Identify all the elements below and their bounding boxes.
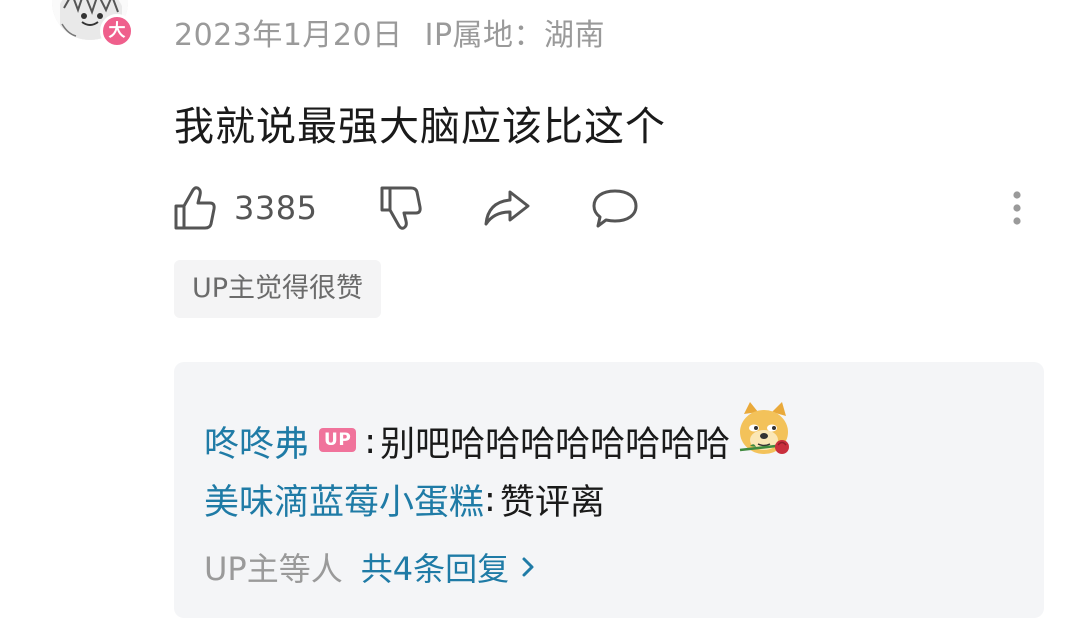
up-badge: UP [319,427,357,452]
reply-username[interactable]: 咚咚弗 [204,416,309,467]
up-liked-tag: UP主觉得很赞 [174,260,382,318]
more-replies-row: UP主等人 共4条回复 [204,544,535,590]
reply-item[interactable]: 美味滴蓝莓小蛋糕 : 赞评离 [204,474,605,525]
replies-preview[interactable]: 咚咚弗 UP : 别吧哈哈哈哈哈哈哈哈 美味滴蓝莓小蛋糕: 赞评离 UP主等人… [174,362,1044,618]
like-button[interactable]: 3385 [172,178,317,238]
view-all-replies-label: 共4条回复 [360,550,510,588]
comment-meta: 2023年1月20日 IP属地：湖南 [174,10,605,54]
like-count: 3385 [234,189,318,227]
speech-bubble-icon [592,189,638,228]
reply-separator: : [484,479,496,520]
reply-text: 别吧哈哈哈哈哈哈哈哈 [380,425,731,465]
reply-separator: : [364,421,377,462]
comment-action-bar: 3385 [172,178,1042,238]
more-replies-prefix: UP主等人 [204,550,343,588]
comment-screen: 大 2023年1月20日 IP属地：湖南 我就说最强大脑应该比这个 3385 U… [0,0,1080,637]
reply-item[interactable]: 咚咚弗 UP : 别吧哈哈哈哈哈哈哈哈 [204,402,794,477]
doge-rose-emoji-icon [736,400,794,471]
dislike-button[interactable] [378,178,424,238]
more-options-button[interactable] [1002,178,1032,238]
share-arrow-icon [484,190,530,226]
vertical-dots-icon [1013,191,1021,225]
level-badge: 大 [100,14,134,48]
thumbs-down-icon [380,186,422,230]
comment-text: 我就说最强大脑应该比这个 [174,104,666,150]
share-button[interactable] [482,178,532,238]
reply-text: 赞评离 [499,483,605,523]
reply-button[interactable] [590,178,640,238]
comment-date: 2023年1月20日 [174,18,403,53]
view-all-replies-link[interactable]: 共4条回复 [361,544,535,590]
chevron-right-icon [522,557,534,577]
ip-location: IP属地：湖南 [424,18,606,53]
thumbs-up-icon [174,186,216,230]
reply-username[interactable]: 美味滴蓝莓小蛋糕 [204,474,484,525]
